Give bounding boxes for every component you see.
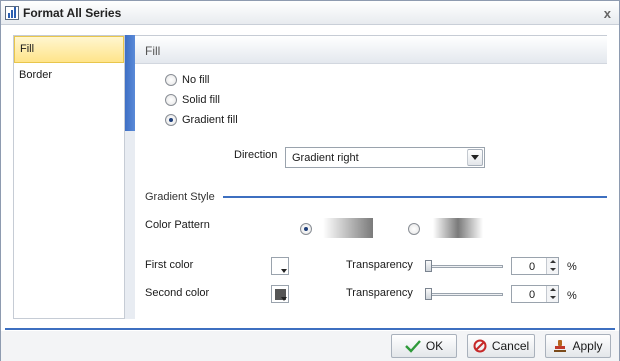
decrement-icon[interactable]	[546, 266, 558, 274]
slider-knob[interactable]	[425, 260, 432, 272]
fill-panel: Fill No fill Solid fill Gradient fill Di…	[135, 35, 607, 319]
panel-title: Fill	[145, 44, 161, 58]
increment-icon[interactable]	[546, 258, 558, 266]
color-pattern-label: Color Pattern	[145, 219, 210, 231]
first-transparency-slider[interactable]	[425, 260, 503, 272]
solid-fill-radio[interactable]	[165, 94, 177, 106]
stamp-icon	[554, 340, 567, 352]
checkmark-icon	[404, 340, 421, 353]
cancel-button[interactable]: Cancel	[467, 334, 535, 358]
category-list: Fill Border	[13, 35, 125, 319]
chevron-down-icon[interactable]	[467, 149, 483, 166]
gradient-pattern-preview-1[interactable]	[323, 218, 373, 238]
gradient-style-title: Gradient Style	[145, 191, 215, 203]
no-fill-label: No fill	[182, 74, 210, 86]
slider-knob[interactable]	[425, 288, 432, 300]
panel-header: Fill	[135, 36, 607, 64]
slider-track	[425, 293, 503, 296]
chart-app-icon	[5, 6, 19, 20]
first-color-picker[interactable]	[271, 257, 289, 275]
color-pattern-radio-2[interactable]	[408, 223, 420, 235]
gradient-fill-option[interactable]: Gradient fill	[165, 114, 238, 126]
second-transparency-value[interactable]: 0	[529, 289, 535, 301]
chevron-down-icon	[281, 269, 287, 273]
color-pattern-radio-1[interactable]	[300, 223, 312, 235]
second-color-picker[interactable]	[271, 285, 289, 303]
second-color-label: Second color	[145, 287, 210, 299]
nav-item-fill[interactable]: Fill	[14, 36, 124, 63]
chevron-down-icon	[281, 297, 287, 301]
solid-fill-label: Solid fill	[182, 94, 220, 106]
scrollbar-thumb[interactable]	[125, 35, 135, 131]
second-transparency-slider[interactable]	[425, 288, 503, 300]
panel-scrollbar[interactable]	[125, 35, 135, 319]
gradient-fill-radio[interactable]	[165, 114, 177, 126]
first-transparency-label: Transparency	[346, 259, 413, 271]
direction-dropdown[interactable]: Gradient right	[285, 147, 485, 168]
footer-divider	[5, 328, 615, 330]
ok-label: OK	[425, 339, 444, 353]
increment-icon[interactable]	[546, 286, 558, 294]
gradient-pattern-preview-2[interactable]	[433, 218, 483, 238]
decrement-icon[interactable]	[546, 294, 558, 302]
no-fill-option[interactable]: No fill	[165, 74, 210, 86]
format-all-series-dialog: Format All Series x Fill Border Fill No …	[0, 0, 620, 361]
section-divider	[223, 196, 607, 198]
first-transparency-value[interactable]: 0	[529, 261, 535, 273]
percent-sign: %	[567, 261, 577, 273]
second-transparency-label: Transparency	[346, 287, 413, 299]
close-icon[interactable]: x	[604, 6, 611, 21]
direction-label: Direction	[234, 149, 278, 161]
solid-fill-option[interactable]: Solid fill	[165, 94, 220, 106]
slider-track	[425, 265, 503, 268]
first-transparency-stepper[interactable]: 0	[511, 257, 559, 275]
apply-button[interactable]: Apply	[545, 334, 611, 358]
title-bar[interactable]: Format All Series x	[1, 1, 619, 25]
nav-item-border[interactable]: Border	[14, 63, 124, 90]
second-transparency-stepper[interactable]: 0	[511, 285, 559, 303]
cancel-label: Cancel	[491, 339, 530, 353]
apply-label: Apply	[572, 339, 603, 353]
gradient-fill-label: Gradient fill	[182, 114, 238, 126]
direction-value: Gradient right	[292, 152, 359, 164]
ok-button[interactable]: OK	[391, 334, 457, 358]
cancel-icon	[473, 339, 487, 353]
window-title: Format All Series	[23, 6, 122, 20]
percent-sign: %	[567, 290, 577, 302]
first-color-label: First color	[145, 259, 194, 271]
no-fill-radio[interactable]	[165, 74, 177, 86]
